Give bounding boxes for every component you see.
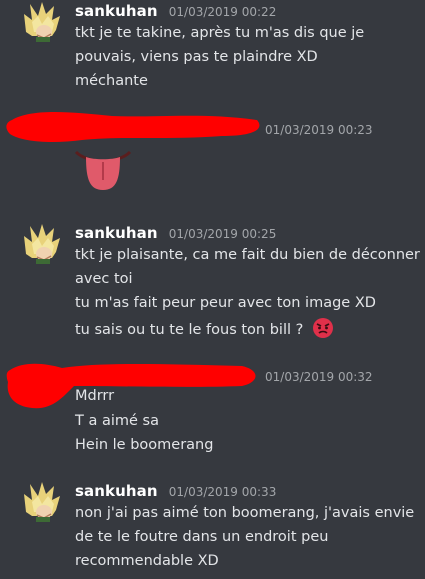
message-text: méchante [75,73,148,89]
message-group: 01/03/2019 00:23 [0,100,425,200]
user-avatar[interactable] [22,224,62,264]
author-name[interactable]: sankuhan [75,224,158,242]
message-text: tkt je te takine, après tu m'as dis que … [75,25,365,41]
message-header: 01/03/2019 00:32 [265,366,373,385]
message-header: sankuhan 01/03/2019 00:25 [75,223,276,242]
timestamp[interactable]: 01/03/2019 00:32 [265,370,373,384]
message-group: sankuhan 01/03/2019 00:22 tkt je te taki… [0,0,425,100]
message-text: pouvais, viens pas te plaindre XD [75,49,318,65]
message-header: 01/03/2019 00:23 [265,119,373,138]
message-group: sankuhan 01/03/2019 00:25 tkt je plaisan… [0,220,425,350]
timestamp[interactable]: 01/03/2019 00:22 [169,5,277,19]
tongue-emoji[interactable] [74,150,132,192]
author-name[interactable]: sankuhan [75,482,158,500]
timestamp[interactable]: 01/03/2019 00:33 [169,485,277,499]
message-text: avec toi [75,271,133,287]
author-name[interactable]: sankuhan [75,2,158,20]
message-header: sankuhan 01/03/2019 00:33 [75,481,276,500]
message-text: tu m'as fait peur peur avec ton image XD [75,295,376,311]
message-text: tu sais ou tu te le fous ton bill ? [75,322,304,338]
message-group: sankuhan 01/03/2019 00:33 non j'ai pas a… [0,478,425,579]
timestamp[interactable]: 01/03/2019 00:25 [169,227,277,241]
timestamp[interactable]: 01/03/2019 00:23 [265,123,373,137]
message-text-with-emoji: tu sais ou tu te le fous ton bill ? [75,317,420,341]
message-group: 01/03/2019 00:32 Mdrrr T a aimé sa Hein … [0,355,425,465]
user-avatar[interactable] [22,482,62,522]
message-text: Mdrrr [75,388,115,404]
angry-face-emoji[interactable] [312,317,334,339]
message-text: non j'ai pas aimé ton boomerang, j'avais… [75,505,415,521]
message-text: T a aimé sa [75,413,159,429]
message-text: Hein le boomerang [75,437,214,453]
message-header: sankuhan 01/03/2019 00:22 [75,1,276,20]
message-text: recommendable XD [75,553,219,569]
message-text: tkt je plaisante, ca me fait du bien de … [75,247,420,263]
message-text: de te le foutre dans un endroit peu [75,529,329,545]
user-avatar[interactable] [22,2,62,42]
redaction-mark [6,112,260,142]
